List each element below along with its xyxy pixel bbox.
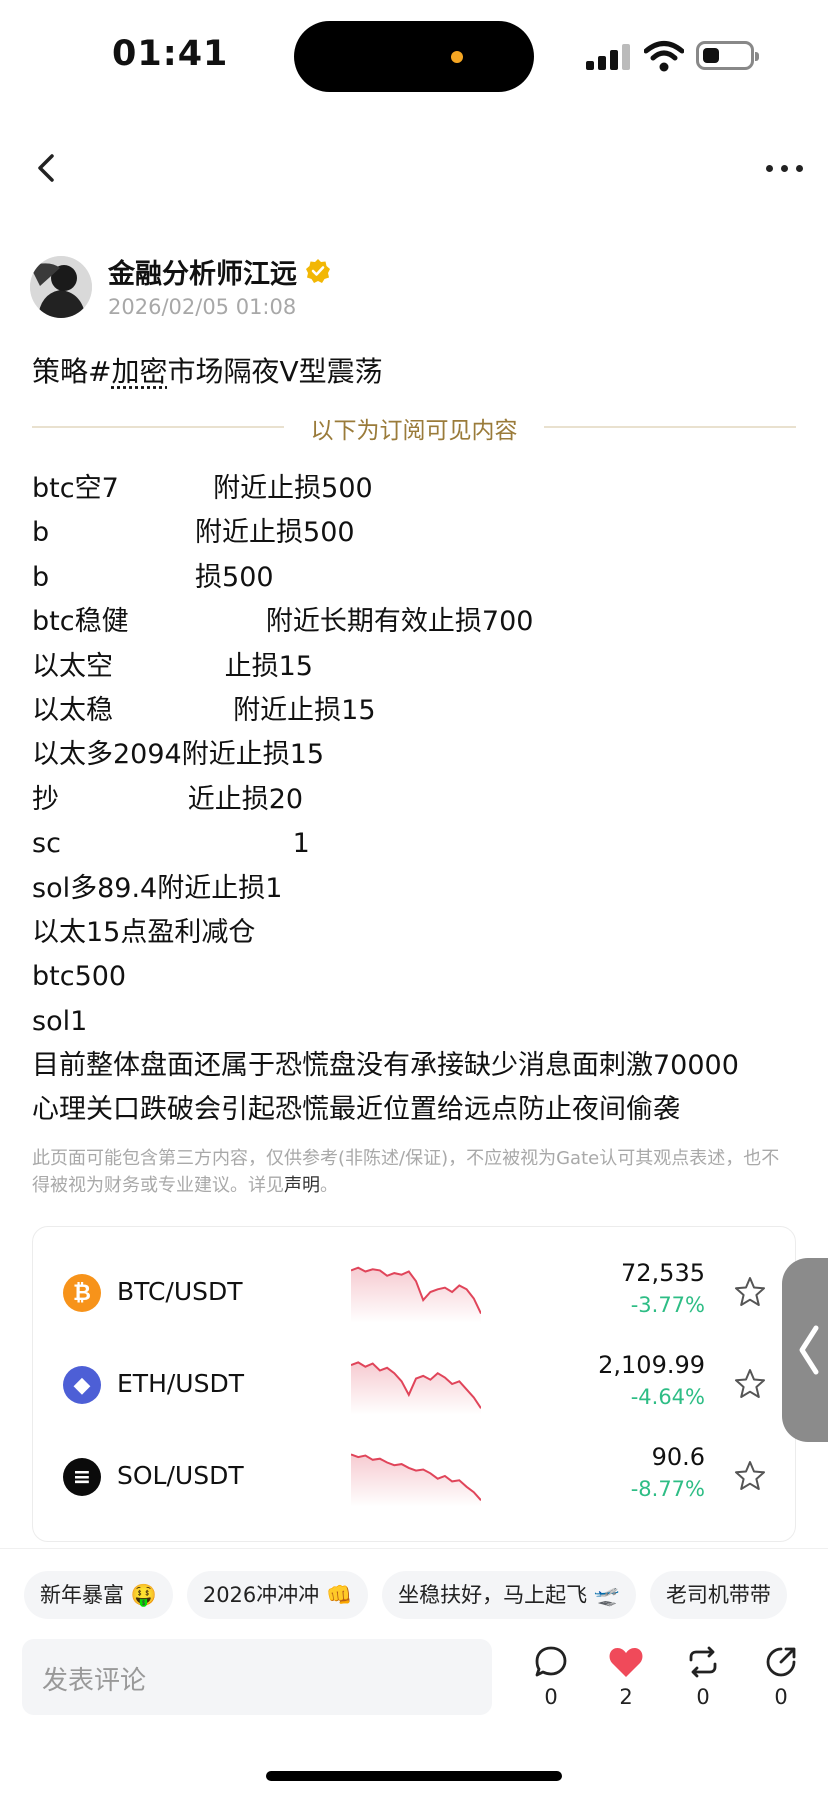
- redacted-text: [49, 511, 195, 555]
- post-line: b 附近止损500: [32, 511, 812, 555]
- market-row[interactable]: ₿ BTC/USDT 72,535 -3.77%: [33, 1247, 797, 1339]
- price: 72,535: [621, 1259, 705, 1287]
- heart-icon: [608, 1645, 644, 1679]
- wifi-icon: [644, 40, 684, 72]
- market-row[interactable]: ≡ SOL/USDT 90.6 -8.77%: [33, 1431, 797, 1523]
- disclaimer-link[interactable]: 声明: [284, 1175, 320, 1196]
- post-line: sol多89.4附近止损1: [32, 867, 812, 911]
- repost-icon: [686, 1645, 720, 1679]
- post-body: btc空7 附近止损500 b 附近止损500 b 损500 btc稳健 附近长期有效…: [32, 467, 812, 1133]
- post-line: 目前整体盘面还属于恐慌盘没有承接缺少消息面刺激70000: [32, 1044, 812, 1088]
- post-line: btc空7 附近止损500: [32, 467, 812, 511]
- home-indicator: [266, 1771, 562, 1781]
- market-card: ₿ BTC/USDT 72,535 -3.77% ◆ ETH/USDT 2,109.99 -4…: [32, 1226, 796, 1542]
- comment-icon: [534, 1645, 568, 1679]
- redacted-text: [49, 556, 195, 600]
- redacted-text: [113, 689, 233, 733]
- topic-chip[interactable]: 坐稳扶好，马上起飞 🛫: [382, 1571, 636, 1619]
- share-button[interactable]: 0: [756, 1645, 806, 1709]
- star-icon[interactable]: [733, 1367, 767, 1401]
- redacted-text: [59, 778, 188, 822]
- post-timestamp: 2026/02/05 01:08: [108, 295, 296, 319]
- post-line: btc500: [32, 955, 812, 999]
- share-icon: [764, 1645, 798, 1679]
- verified-badge-icon: [305, 258, 331, 284]
- chevron-left-icon: [794, 1324, 824, 1376]
- hashtag-link[interactable]: 加密: [111, 355, 167, 388]
- avatar[interactable]: [30, 256, 92, 318]
- price-change: -3.77%: [631, 1293, 705, 1317]
- pair-name: SOL/USDT: [117, 1461, 244, 1490]
- divider-line: [0, 1548, 828, 1549]
- dynamic-island: [294, 21, 534, 92]
- topic-chip[interactable]: 2026冲冲冲 👊: [187, 1571, 368, 1619]
- price: 2,109.99: [598, 1351, 705, 1379]
- sparkline: [351, 1261, 481, 1323]
- price-change: -4.64%: [631, 1385, 705, 1409]
- comment-input[interactable]: 发表评论: [22, 1639, 492, 1715]
- post-line: 以太稳 附近止损15: [32, 689, 812, 733]
- author-name[interactable]: 金融分析师江远: [108, 252, 297, 291]
- subscriber-content-label: 以下为订阅可见内容: [300, 411, 528, 445]
- post-line: 以太多2094附近止损15: [32, 733, 812, 777]
- cellular-signal-icon: [586, 44, 630, 70]
- side-panel-handle[interactable]: [782, 1258, 828, 1442]
- post-line: sol1: [32, 1000, 812, 1044]
- post-line: 以太15点盈利减仓: [32, 911, 812, 955]
- post-title: 策略#加密市场隔夜V型震荡: [32, 350, 383, 390]
- star-icon[interactable]: [733, 1275, 767, 1309]
- post-line: b 损500: [32, 556, 812, 600]
- solana-icon: ≡: [63, 1458, 101, 1496]
- like-button[interactable]: 2: [601, 1645, 651, 1709]
- post-line: 以太空 止损15: [32, 645, 812, 689]
- sparkline: [351, 1353, 481, 1415]
- ethereum-icon: ◆: [63, 1366, 101, 1404]
- post-line: 心理关口跌破会引起恐慌最近位置给远点防止夜间偷袭: [32, 1088, 812, 1132]
- star-icon[interactable]: [733, 1459, 767, 1493]
- redacted-text: [129, 600, 266, 644]
- price: 90.6: [652, 1443, 705, 1471]
- back-arrow-icon[interactable]: [30, 150, 66, 186]
- redacted-text: [61, 822, 293, 866]
- post-line: sc 1: [32, 822, 812, 866]
- share-count: 0: [756, 1685, 806, 1709]
- redacted-text: [113, 645, 225, 689]
- repost-button[interactable]: 0: [678, 1645, 728, 1709]
- bitcoin-icon: ₿: [63, 1274, 101, 1312]
- divider-line: [32, 426, 284, 428]
- more-options-icon[interactable]: [766, 156, 804, 180]
- comment-count: 0: [526, 1685, 576, 1709]
- disclaimer-text: 此页面可能包含第三方内容，仅供参考(非陈述/保证)，不应被视为Gate认可其观点…: [32, 1145, 792, 1199]
- sparkline: [351, 1445, 481, 1507]
- pair-name: BTC/USDT: [117, 1277, 243, 1306]
- redacted-text: [119, 467, 213, 511]
- price-change: -8.77%: [631, 1477, 705, 1501]
- status-bar: 01:41: [0, 0, 828, 110]
- topic-chip[interactable]: 老司机带带: [650, 1571, 787, 1619]
- comment-button[interactable]: 0: [526, 1645, 576, 1709]
- pair-name: ETH/USDT: [117, 1369, 244, 1398]
- battery-icon: [696, 41, 754, 70]
- market-row[interactable]: ◆ ETH/USDT 2,109.99 -4.64%: [33, 1339, 797, 1431]
- topic-chip[interactable]: 新年暴富 🤑: [24, 1571, 173, 1619]
- post-line: 抄 近止损20: [32, 778, 812, 822]
- status-time: 01:41: [112, 34, 228, 74]
- post-line: btc稳健 附近长期有效止损700: [32, 600, 812, 644]
- indicator-dot: [451, 51, 463, 63]
- like-count: 2: [601, 1685, 651, 1709]
- divider-line: [544, 426, 796, 428]
- topic-chips: 新年暴富 🤑 2026冲冲冲 👊 坐稳扶好，马上起飞 🛫 老司机带带: [24, 1571, 828, 1619]
- repost-count: 0: [678, 1685, 728, 1709]
